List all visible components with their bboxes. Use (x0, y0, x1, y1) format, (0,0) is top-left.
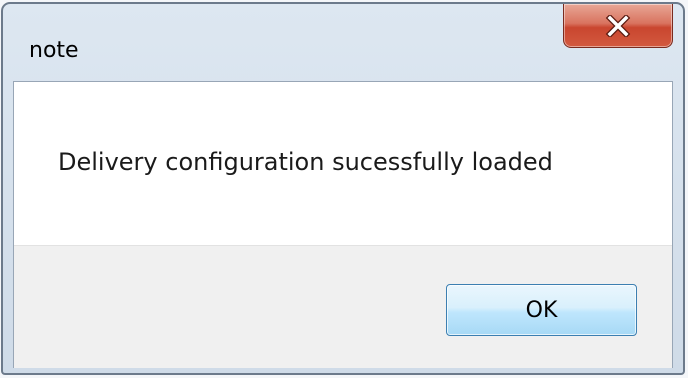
close-button[interactable] (563, 4, 673, 48)
message-text: Delivery configuration sucessfully loade… (58, 148, 553, 176)
window-title: note (29, 38, 79, 63)
button-bar: OK (14, 245, 672, 368)
dialog-window: note Delivery configuration sucessfully … (1, 2, 685, 375)
dialog-content: Delivery configuration sucessfully loade… (13, 81, 673, 368)
close-icon (605, 14, 631, 37)
ok-button[interactable]: OK (446, 284, 637, 336)
title-bar[interactable]: note (3, 4, 683, 80)
